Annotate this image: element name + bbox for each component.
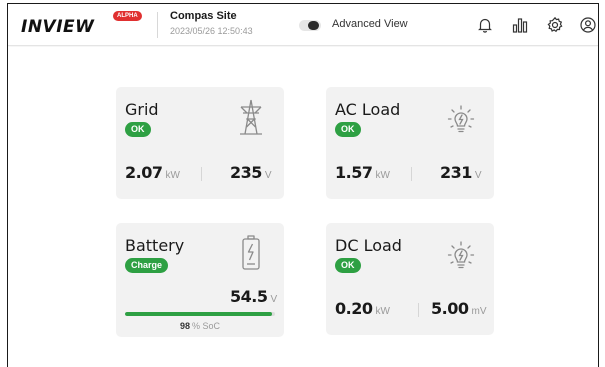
soc-readout: 98% SoC <box>116 321 284 331</box>
site-name[interactable]: Compas Site <box>170 10 237 22</box>
soc-progress-bar <box>125 312 275 316</box>
grid-power-value: 2.07 kW <box>125 163 180 182</box>
power-value-number: 1.57 <box>335 163 373 182</box>
dc-load-card[interactable]: DC Load OK 0.20 kW 5.00 mV <box>326 223 494 335</box>
voltage-value-number: 54.5 <box>230 287 268 306</box>
voltage-unit: mV <box>471 306 487 317</box>
dashboard-content: Grid OK 2.07 kW 235 V AC Load OK 1.57 kW… <box>8 47 598 367</box>
lightbulb-icon <box>441 235 481 275</box>
alpha-badge: ALPHA <box>113 11 142 21</box>
soc-value: 98 <box>179 321 190 331</box>
ac-load-voltage-value: 231 V <box>440 163 482 182</box>
power-tower-icon <box>231 97 271 137</box>
status-badge: OK <box>125 122 151 137</box>
ac-load-power-value: 1.57 kW <box>335 163 390 182</box>
battery-card[interactable]: Battery Charge 54.5 V 98% SoC <box>116 223 284 337</box>
battery-voltage-value: 54.5 V <box>230 287 277 306</box>
dc-load-voltage-value: 5.00 mV <box>431 299 486 318</box>
site-timestamp: 2023/05/26 12:50:43 <box>170 26 253 36</box>
card-title: DC Load <box>335 236 402 255</box>
power-value-number: 2.07 <box>125 163 163 182</box>
top-bar: INVIEW ALPHA Compas Site 2023/05/26 12:5… <box>8 4 598 46</box>
power-unit: kW <box>375 170 390 181</box>
metric-divider <box>411 167 412 181</box>
power-unit: kW <box>375 306 390 317</box>
grid-voltage-value: 235 V <box>230 163 272 182</box>
ac-load-card[interactable]: AC Load OK 1.57 kW 231 V <box>326 87 494 199</box>
dc-load-power-value: 0.20 kW <box>335 299 390 318</box>
advanced-view-label[interactable]: Advanced View <box>332 18 408 30</box>
voltage-unit: V <box>474 170 482 181</box>
voltage-unit: V <box>270 294 278 305</box>
bar-chart-icon[interactable] <box>511 16 529 34</box>
inview-logo: INVIEW <box>21 17 95 37</box>
voltage-value-number: 231 <box>440 163 472 182</box>
header-divider <box>157 12 158 38</box>
user-icon[interactable] <box>579 16 597 34</box>
bell-icon[interactable] <box>476 16 494 34</box>
battery-icon <box>238 233 264 273</box>
voltage-value-number: 5.00 <box>431 299 469 318</box>
voltage-unit: V <box>264 170 272 181</box>
status-badge: OK <box>335 122 361 137</box>
card-title: Battery <box>125 236 185 255</box>
grid-card[interactable]: Grid OK 2.07 kW 235 V <box>116 87 284 199</box>
metric-divider <box>418 303 419 317</box>
gear-icon[interactable] <box>546 16 564 34</box>
power-value-number: 0.20 <box>335 299 373 318</box>
metric-divider <box>201 167 202 181</box>
soc-label: % SoC <box>192 321 221 331</box>
toggle-knob <box>308 21 319 30</box>
soc-progress-fill <box>125 312 272 316</box>
lightbulb-icon <box>441 99 481 139</box>
card-title: AC Load <box>335 100 401 119</box>
advanced-view-toggle[interactable] <box>299 20 321 31</box>
status-badge: Charge <box>125 258 169 273</box>
card-title: Grid <box>125 100 159 119</box>
power-unit: kW <box>165 170 180 181</box>
status-badge: OK <box>335 258 361 273</box>
app-window: INVIEW ALPHA Compas Site 2023/05/26 12:5… <box>7 3 599 367</box>
voltage-value-number: 235 <box>230 163 262 182</box>
